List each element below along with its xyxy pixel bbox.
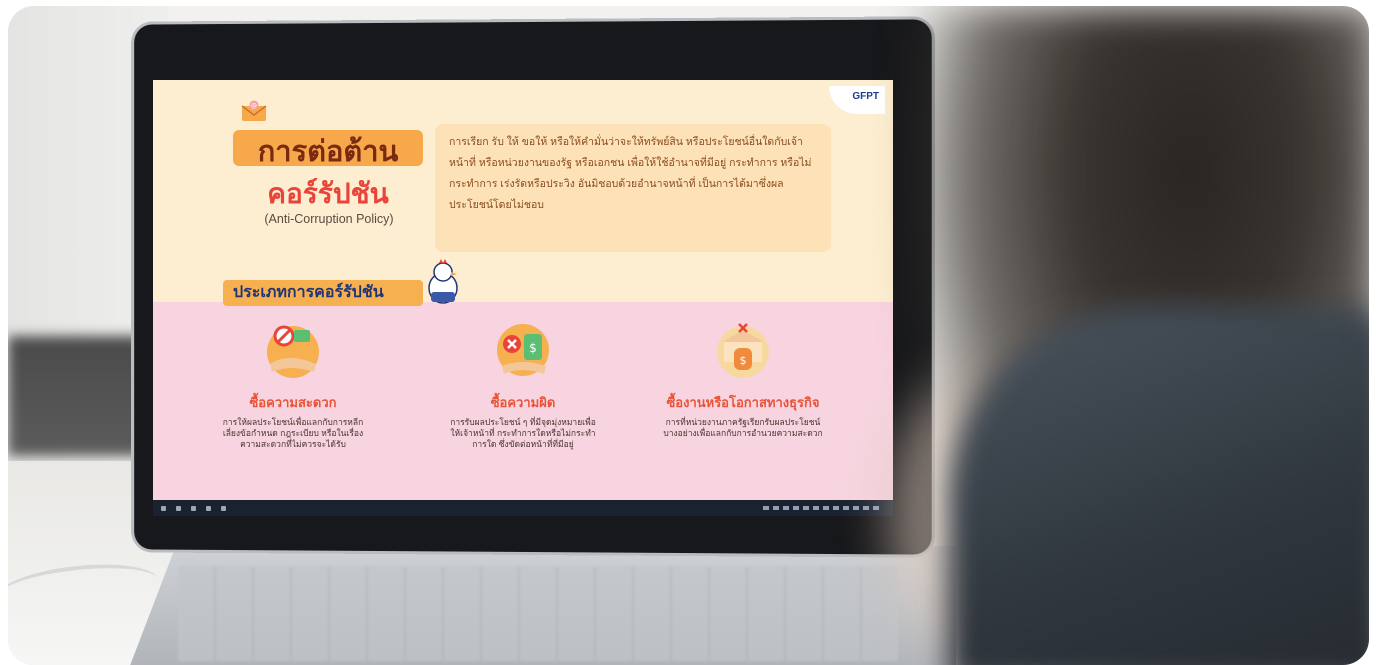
person-body-blur: [948, 306, 1369, 665]
bank-money-icon: $: [717, 323, 769, 378]
card-business: $ ซื้องานหรือโอกาสทางธุรกิจ การที่หน่วยง…: [643, 320, 843, 439]
windows-start-icon[interactable]: [161, 505, 166, 511]
money-bag-reject-icon: $: [497, 324, 549, 376]
card-facilitation: ซื้อความสะดวก การให้ผลประโยชน์เพื่อแลกกั…: [203, 320, 383, 450]
description-text: การเรียก รับ ให้ ขอให้ หรือให้คำมั่นว่าจ…: [449, 136, 812, 211]
bribe-exchange-icon: [267, 325, 319, 378]
svg-text:$: $: [740, 354, 747, 367]
title-english: (Anti-Corruption Policy): [264, 212, 394, 226]
task-view-icon[interactable]: [191, 505, 196, 511]
card-wrongdoing: $ ซื้อความผิด การรับผลประโยชน์ ๆ ที่มีจุ…: [433, 320, 613, 450]
card-text: การที่หน่วยงานภาครัฐเรียกรับผลประโยชน์บา…: [663, 417, 823, 438]
svg-text:$: $: [529, 341, 537, 355]
card-title: ซื้อความสะดวก: [249, 395, 337, 410]
card-text: การให้ผลประโยชน์เพื่อแลกกับการหลีกเลี่ยง…: [222, 417, 364, 449]
types-heading: ประเภทการคอร์รัปชัน: [223, 280, 423, 306]
card-title: ซื้อความผิด: [490, 395, 556, 410]
laptop-screen: GFPT @ การต่อต้าน คอร์รัปชัน (Anti-Corru…: [153, 80, 893, 516]
search-icon[interactable]: [176, 505, 181, 511]
chicken-mascot-icon: [428, 259, 458, 304]
app-icon[interactable]: [206, 505, 211, 511]
system-tray: [763, 506, 883, 510]
mail-icon: @: [241, 100, 267, 121]
card-title: ซื้องานหรือโอกาสทางธุรกิจ: [666, 395, 820, 410]
title-line-1: การต่อต้าน: [257, 136, 399, 168]
svg-text:@: @: [251, 103, 257, 110]
title-line-2: คอร์รัปชัน: [267, 178, 389, 209]
taskbar: [153, 500, 893, 516]
card-text: การรับผลประโยชน์ ๆ ที่มีจุดมุ่งหมายเพื่อ…: [450, 417, 596, 449]
photo-scene: GFPT @ การต่อต้าน คอร์รัปชัน (Anti-Corru…: [8, 6, 1369, 665]
laptop-keyboard: [178, 566, 898, 661]
app-icon[interactable]: [221, 505, 226, 511]
